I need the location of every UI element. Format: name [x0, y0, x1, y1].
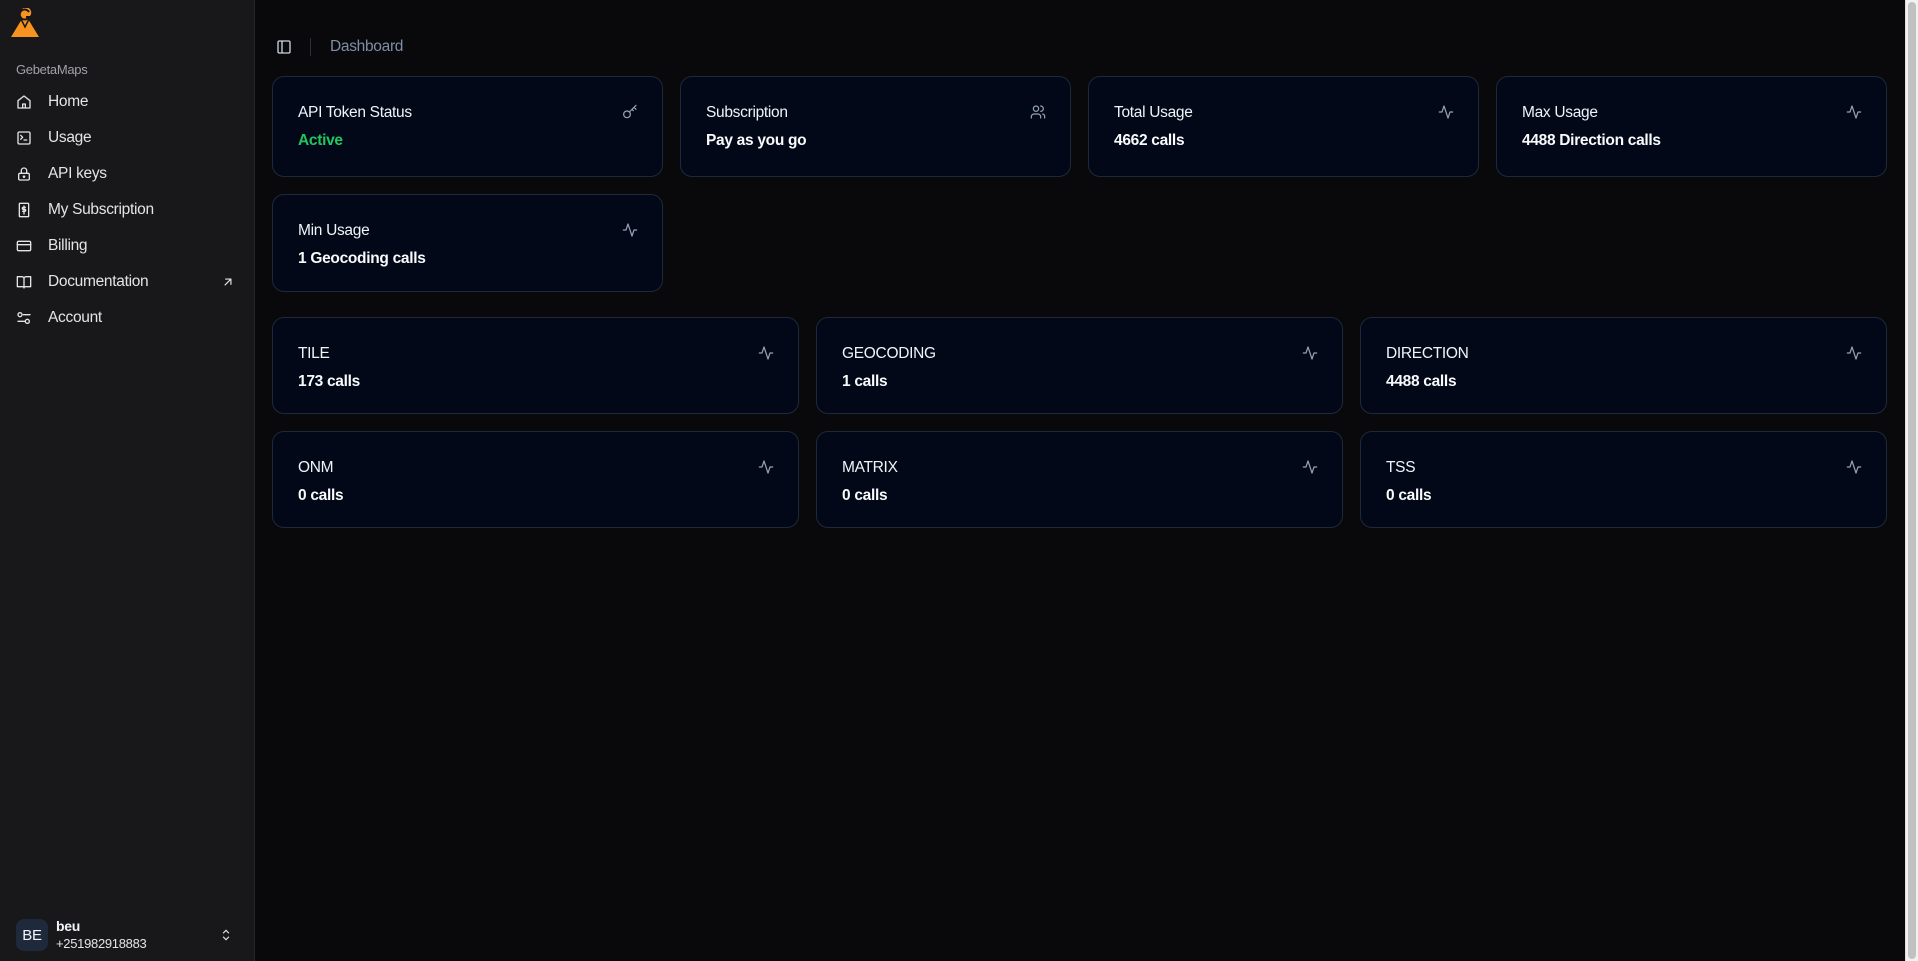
sidebar-item-home[interactable]: Home: [8, 84, 247, 120]
service-card-tss: TSS 0 calls: [1360, 431, 1887, 528]
sidebar-nav: Home Usage API keys My Subscription Bill…: [8, 84, 247, 336]
activity-icon: [1438, 105, 1454, 119]
users-icon: [1030, 105, 1046, 119]
sidebar: GebetaMaps Home Usage API keys My Subscr…: [0, 0, 255, 961]
sidebar-item-billing[interactable]: Billing: [8, 228, 247, 264]
scrollbar-thumb[interactable]: [1908, 2, 1916, 959]
card-title: API Token Status: [298, 104, 412, 121]
card-value: 4488 Direction calls: [1522, 132, 1661, 149]
header-divider: [310, 38, 311, 56]
service-card-matrix: MATRIX 0 calls: [816, 431, 1343, 528]
service-card-onm: ONM 0 calls: [272, 431, 799, 528]
service-card-tile: TILE 173 calls: [272, 317, 799, 414]
sidebar-item-api-keys[interactable]: API keys: [8, 156, 247, 192]
sidebar-item-label: Usage: [48, 129, 92, 146]
sidebar-item-my-subscription[interactable]: My Subscription: [8, 192, 247, 228]
sidebar-group-label: GebetaMaps: [16, 62, 88, 77]
sidebar-item-documentation[interactable]: Documentation: [8, 264, 247, 300]
receipt-dollar-icon: [18, 202, 30, 218]
card-title: TILE: [298, 345, 330, 362]
sidebar-item-label: Account: [48, 309, 102, 326]
card-value: 173 calls: [298, 373, 360, 390]
gebetamaps-logo[interactable]: [10, 8, 40, 38]
chevrons-up-down-icon: [222, 929, 230, 941]
activity-icon: [622, 223, 638, 237]
card-value: Pay as you go: [706, 132, 807, 149]
card-title: GEOCODING: [842, 345, 936, 362]
card-title: ONM: [298, 459, 334, 476]
lock-icon: [18, 167, 30, 181]
user-menu-button[interactable]: BE beu +251982918883: [10, 913, 245, 957]
subscription-card: Subscription Pay as you go: [680, 76, 1071, 177]
card-title: MATRIX: [842, 459, 898, 476]
sidebar-item-label: API keys: [48, 165, 107, 182]
sidebar-item-label: Billing: [48, 237, 88, 254]
max-usage-card: Max Usage 4488 Direction calls: [1496, 76, 1887, 177]
card-value: 0 calls: [1386, 487, 1432, 504]
user-name: beu: [56, 918, 80, 934]
sidebar-item-account[interactable]: Account: [8, 300, 247, 336]
key-icon: [623, 104, 637, 119]
activity-icon: [1846, 105, 1862, 119]
service-card-geocoding: GEOCODING 1 calls: [816, 317, 1343, 414]
sidebar-item-usage[interactable]: Usage: [8, 120, 247, 156]
home-icon: [17, 95, 31, 109]
card-value: Active: [298, 132, 343, 149]
card-value: 4488 calls: [1386, 373, 1457, 390]
book-open-icon: [16, 276, 32, 289]
header: Dashboard: [272, 36, 403, 58]
sidebar-item-label: My Subscription: [48, 201, 154, 218]
sidebar-item-label: Home: [48, 93, 89, 110]
total-usage-card: Total Usage 4662 calls: [1088, 76, 1479, 177]
service-card-direction: DIRECTION 4488 calls: [1360, 317, 1887, 414]
api-token-status-card: API Token Status Active: [272, 76, 663, 177]
terminal-square-icon: [17, 131, 31, 145]
breadcrumb[interactable]: Dashboard: [330, 38, 403, 56]
activity-icon: [1846, 346, 1862, 360]
activity-icon: [1846, 460, 1862, 474]
settings-sliders-icon: [17, 312, 31, 324]
activity-icon: [1302, 346, 1318, 360]
activity-icon: [758, 460, 774, 474]
sidebar-toggle-icon[interactable]: [276, 39, 292, 55]
summary-cards: API Token Status Active Subscription Pay…: [272, 76, 1888, 295]
card-title: Subscription: [706, 104, 788, 121]
activity-icon: [758, 346, 774, 360]
card-title: Total Usage: [1114, 104, 1193, 121]
card-value: 4662 calls: [1114, 132, 1185, 149]
card-value: 0 calls: [298, 487, 344, 504]
card-value: 0 calls: [842, 487, 888, 504]
service-cards: TILE 173 calls GEOCODING 1 calls DIRECTI…: [272, 317, 1888, 528]
page-scrollbar[interactable]: [1905, 0, 1918, 961]
credit-card-icon: [16, 240, 32, 252]
card-title: Min Usage: [298, 222, 370, 239]
card-value: 1 Geocoding calls: [298, 250, 426, 267]
user-phone: +251982918883: [56, 936, 147, 951]
sidebar-item-label: Documentation: [48, 273, 149, 290]
avatar: BE: [16, 919, 48, 951]
arrow-up-right-icon: [224, 278, 232, 286]
card-title: Max Usage: [1522, 104, 1598, 121]
card-value: 1 calls: [842, 373, 888, 390]
card-title: TSS: [1386, 459, 1416, 476]
card-title: DIRECTION: [1386, 345, 1469, 362]
activity-icon: [1302, 460, 1318, 474]
min-usage-card: Min Usage 1 Geocoding calls: [272, 194, 663, 292]
